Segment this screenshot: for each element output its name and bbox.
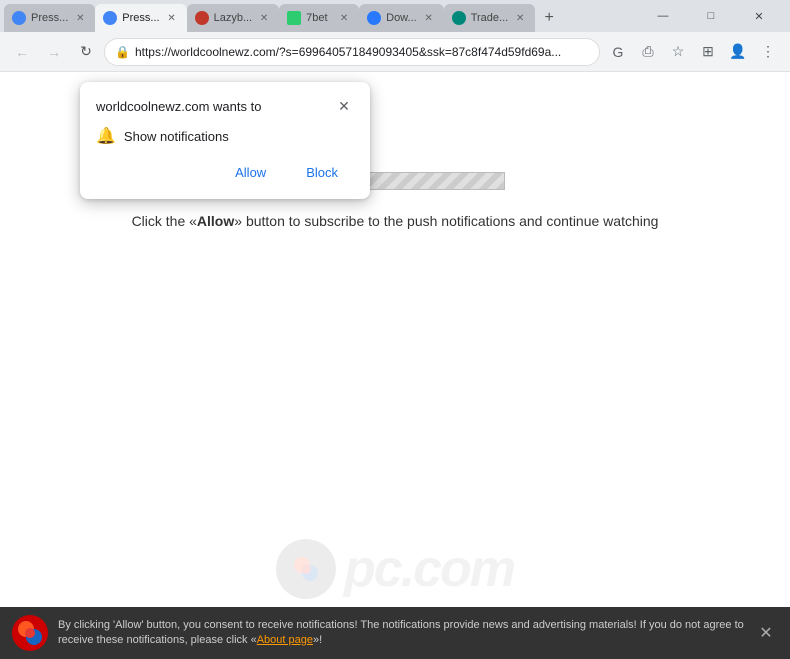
refresh-button[interactable]: ↻	[72, 38, 100, 66]
menu-icon[interactable]: ⋮	[754, 38, 782, 66]
google-account-icon[interactable]: G	[604, 38, 632, 66]
tab-3[interactable]: Lazyb... ✕	[187, 4, 280, 32]
toolbar-icons: G ⎙ ☆ ⊞ 👤 ⋮	[604, 38, 782, 66]
close-button[interactable]: ✕	[736, 0, 782, 32]
tab-4-favicon	[287, 11, 301, 25]
watermark: pс.com	[276, 539, 514, 599]
tab-6-favicon	[452, 11, 466, 25]
bookmark-icon[interactable]: ☆	[664, 38, 692, 66]
tab-2-close[interactable]: ✕	[165, 11, 179, 25]
bell-icon: 🔔	[96, 126, 116, 146]
instruction-suffix: » button to subscribe to the push notifi…	[234, 213, 658, 229]
tab-3-label: Lazyb...	[214, 12, 253, 24]
forward-button[interactable]: →	[40, 38, 68, 66]
tab-5[interactable]: Dow... ✕	[359, 4, 444, 32]
watermark-circle	[276, 539, 336, 599]
extensions-icon[interactable]: ⊞	[694, 38, 722, 66]
back-button[interactable]: ←	[8, 38, 36, 66]
new-tab-button[interactable]: +	[535, 4, 563, 32]
tab-6-label: Trade...	[471, 12, 509, 24]
browser-window: Press... ✕ Press... ✕ Lazyb... ✕ 7bet ✕	[0, 0, 790, 659]
popup-body: 🔔 Show notifications	[96, 126, 354, 146]
tab-1-favicon	[12, 11, 26, 25]
tab-3-close[interactable]: ✕	[257, 11, 271, 25]
tab-1-label: Press...	[31, 12, 68, 24]
popup-title: worldcoolnewz.com wants to	[96, 99, 261, 114]
block-button[interactable]: Block	[290, 160, 354, 185]
page-instruction: Click the «Allow» button to subscribe to…	[132, 210, 659, 232]
tabs-container: Press... ✕ Press... ✕ Lazyb... ✕ 7bet ✕	[4, 0, 640, 32]
tab-6-close[interactable]: ✕	[513, 11, 527, 25]
watermark-text: pс.com	[344, 539, 514, 599]
page-content: worldcoolnewz.com wants to ✕ 🔔 Show noti…	[0, 72, 790, 659]
tab-4-close[interactable]: ✕	[337, 11, 351, 25]
tab-3-favicon	[195, 11, 209, 25]
url-text: https://worldcoolnewz.com/?s=69964057184…	[135, 45, 589, 59]
tab-4[interactable]: 7bet ✕	[279, 4, 359, 32]
popup-actions: Allow Block	[96, 160, 354, 185]
popup-header: worldcoolnewz.com wants to ✕	[96, 96, 354, 116]
allow-button[interactable]: Allow	[219, 160, 282, 185]
bottom-bar-text: By clicking 'Allow' button, you consent …	[58, 618, 744, 649]
tab-1-close[interactable]: ✕	[73, 11, 87, 25]
profile-icon[interactable]: 👤	[724, 38, 752, 66]
tab-2[interactable]: Press... ✕	[95, 4, 186, 32]
minimize-button[interactable]: —	[640, 0, 686, 32]
instruction-prefix: Click the «	[132, 213, 197, 229]
tab-5-label: Dow...	[386, 12, 417, 24]
lock-icon: 🔒	[115, 45, 130, 59]
bottom-bar-icon	[12, 615, 48, 651]
about-page-link[interactable]: About page	[257, 634, 313, 646]
share-icon[interactable]: ⎙	[634, 38, 662, 66]
popup-body-text: Show notifications	[124, 129, 229, 144]
tab-6[interactable]: Trade... ✕	[444, 4, 536, 32]
tab-4-label: 7bet	[306, 12, 332, 24]
tab-5-favicon	[367, 11, 381, 25]
popup-close-button[interactable]: ✕	[334, 96, 354, 116]
bottom-notification-bar: By clicking 'Allow' button, you consent …	[0, 607, 790, 659]
address-bar: ← → ↻ 🔒 https://worldcoolnewz.com/?s=699…	[0, 32, 790, 72]
tab-1[interactable]: Press... ✕	[4, 4, 95, 32]
tab-5-close[interactable]: ✕	[422, 11, 436, 25]
instruction-allow-bold: Allow	[197, 213, 234, 229]
title-bar: Press... ✕ Press... ✕ Lazyb... ✕ 7bet ✕	[0, 0, 790, 32]
maximize-button[interactable]: □	[688, 0, 734, 32]
tab-2-label: Press...	[122, 12, 159, 24]
url-bar[interactable]: 🔒 https://worldcoolnewz.com/?s=699640571…	[104, 38, 600, 66]
bottom-bar-close-button[interactable]: ✕	[754, 621, 778, 645]
window-controls: — □ ✕	[640, 0, 786, 32]
notification-popup: worldcoolnewz.com wants to ✕ 🔔 Show noti…	[80, 82, 370, 199]
tab-2-favicon	[103, 11, 117, 25]
